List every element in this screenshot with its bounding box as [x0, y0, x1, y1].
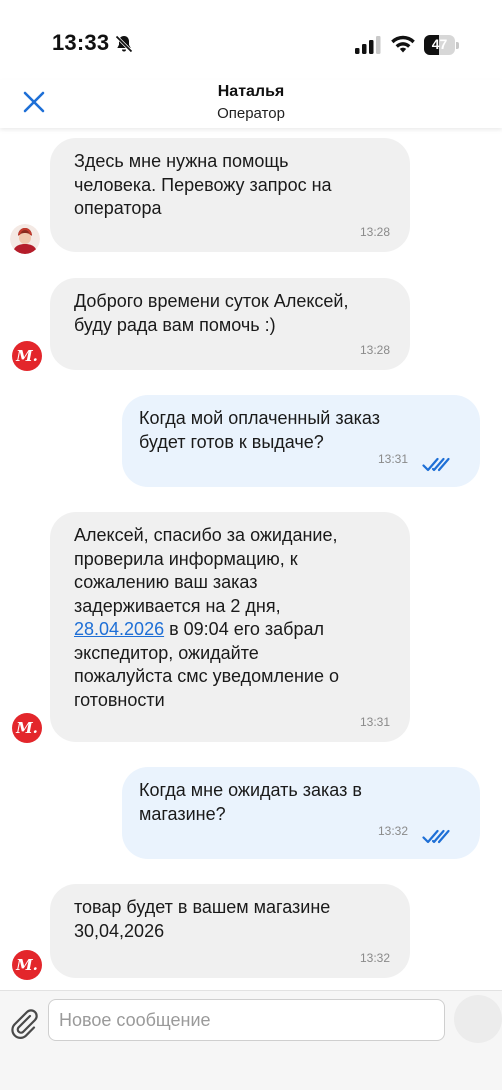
message-input[interactable] — [48, 999, 445, 1041]
message-composer — [0, 990, 502, 1090]
status-bar: 13:33 47 — [0, 0, 502, 80]
message-text: Доброго времени суток Алексей, буду рада… — [74, 291, 349, 335]
message-text: Алексей, спасибо за ожидание, проверила … — [74, 524, 386, 712]
double-check-icon — [422, 457, 450, 472]
message-text-part: Алексей, спасибо за ожидание, проверила … — [74, 525, 338, 616]
message-time: 13:28 — [359, 342, 390, 357]
double-check-icon — [422, 829, 450, 844]
send-button[interactable] — [454, 995, 502, 1043]
message-text: Здесь мне нужна помощь человека. Перевож… — [74, 151, 332, 218]
message-incoming: Здесь мне нужна помощь человека. Перевож… — [50, 138, 410, 252]
message-incoming: Алексей, спасибо за ожидание, проверила … — [50, 512, 410, 742]
paperclip-icon[interactable] — [8, 1007, 40, 1041]
message-time: 13:32 — [359, 950, 390, 965]
operator-role: Оператор — [217, 105, 285, 122]
message-text: товар будет в вашем магазине 30,04,2026 — [74, 897, 331, 941]
brand-logo-avatar: М. — [12, 713, 42, 743]
brand-logo-avatar: М. — [12, 341, 42, 371]
message-outgoing: Когда мой оплаченный заказ будет готов к… — [122, 395, 480, 487]
message-text: Когда мой оплаченный заказ будет готов к… — [139, 408, 380, 452]
brand-logo-avatar: М. — [12, 950, 42, 980]
date-link[interactable]: 28.04.2026 — [74, 619, 164, 639]
message-time: 13:32 — [377, 823, 408, 838]
signal-icon — [355, 36, 381, 54]
message-time: 13:31 — [359, 714, 390, 729]
operator-avatar — [10, 224, 40, 254]
message-time: 13:28 — [359, 224, 390, 239]
message-list[interactable]: Здесь мне нужна помощь человека. Перевож… — [0, 128, 502, 990]
message-incoming: Доброго времени суток Алексей, буду рада… — [50, 278, 410, 370]
bell-slash-icon — [115, 35, 133, 53]
message-text: Когда мне ожидать заказ в магазине? — [139, 780, 362, 824]
message-time: 13:31 — [377, 451, 408, 466]
battery-level: 47 — [431, 36, 448, 52]
status-time: 13:33 — [52, 30, 110, 55]
message-incoming: товар будет в вашем магазине 30,04,2026 … — [50, 884, 410, 978]
operator-name: Наталья — [217, 83, 285, 100]
battery-icon: 47 — [424, 35, 459, 55]
wifi-icon — [391, 35, 415, 53]
chat-header: Наталья Оператор — [0, 80, 502, 128]
message-outgoing: Когда мне ожидать заказ в магазине? 13:3… — [122, 767, 480, 859]
